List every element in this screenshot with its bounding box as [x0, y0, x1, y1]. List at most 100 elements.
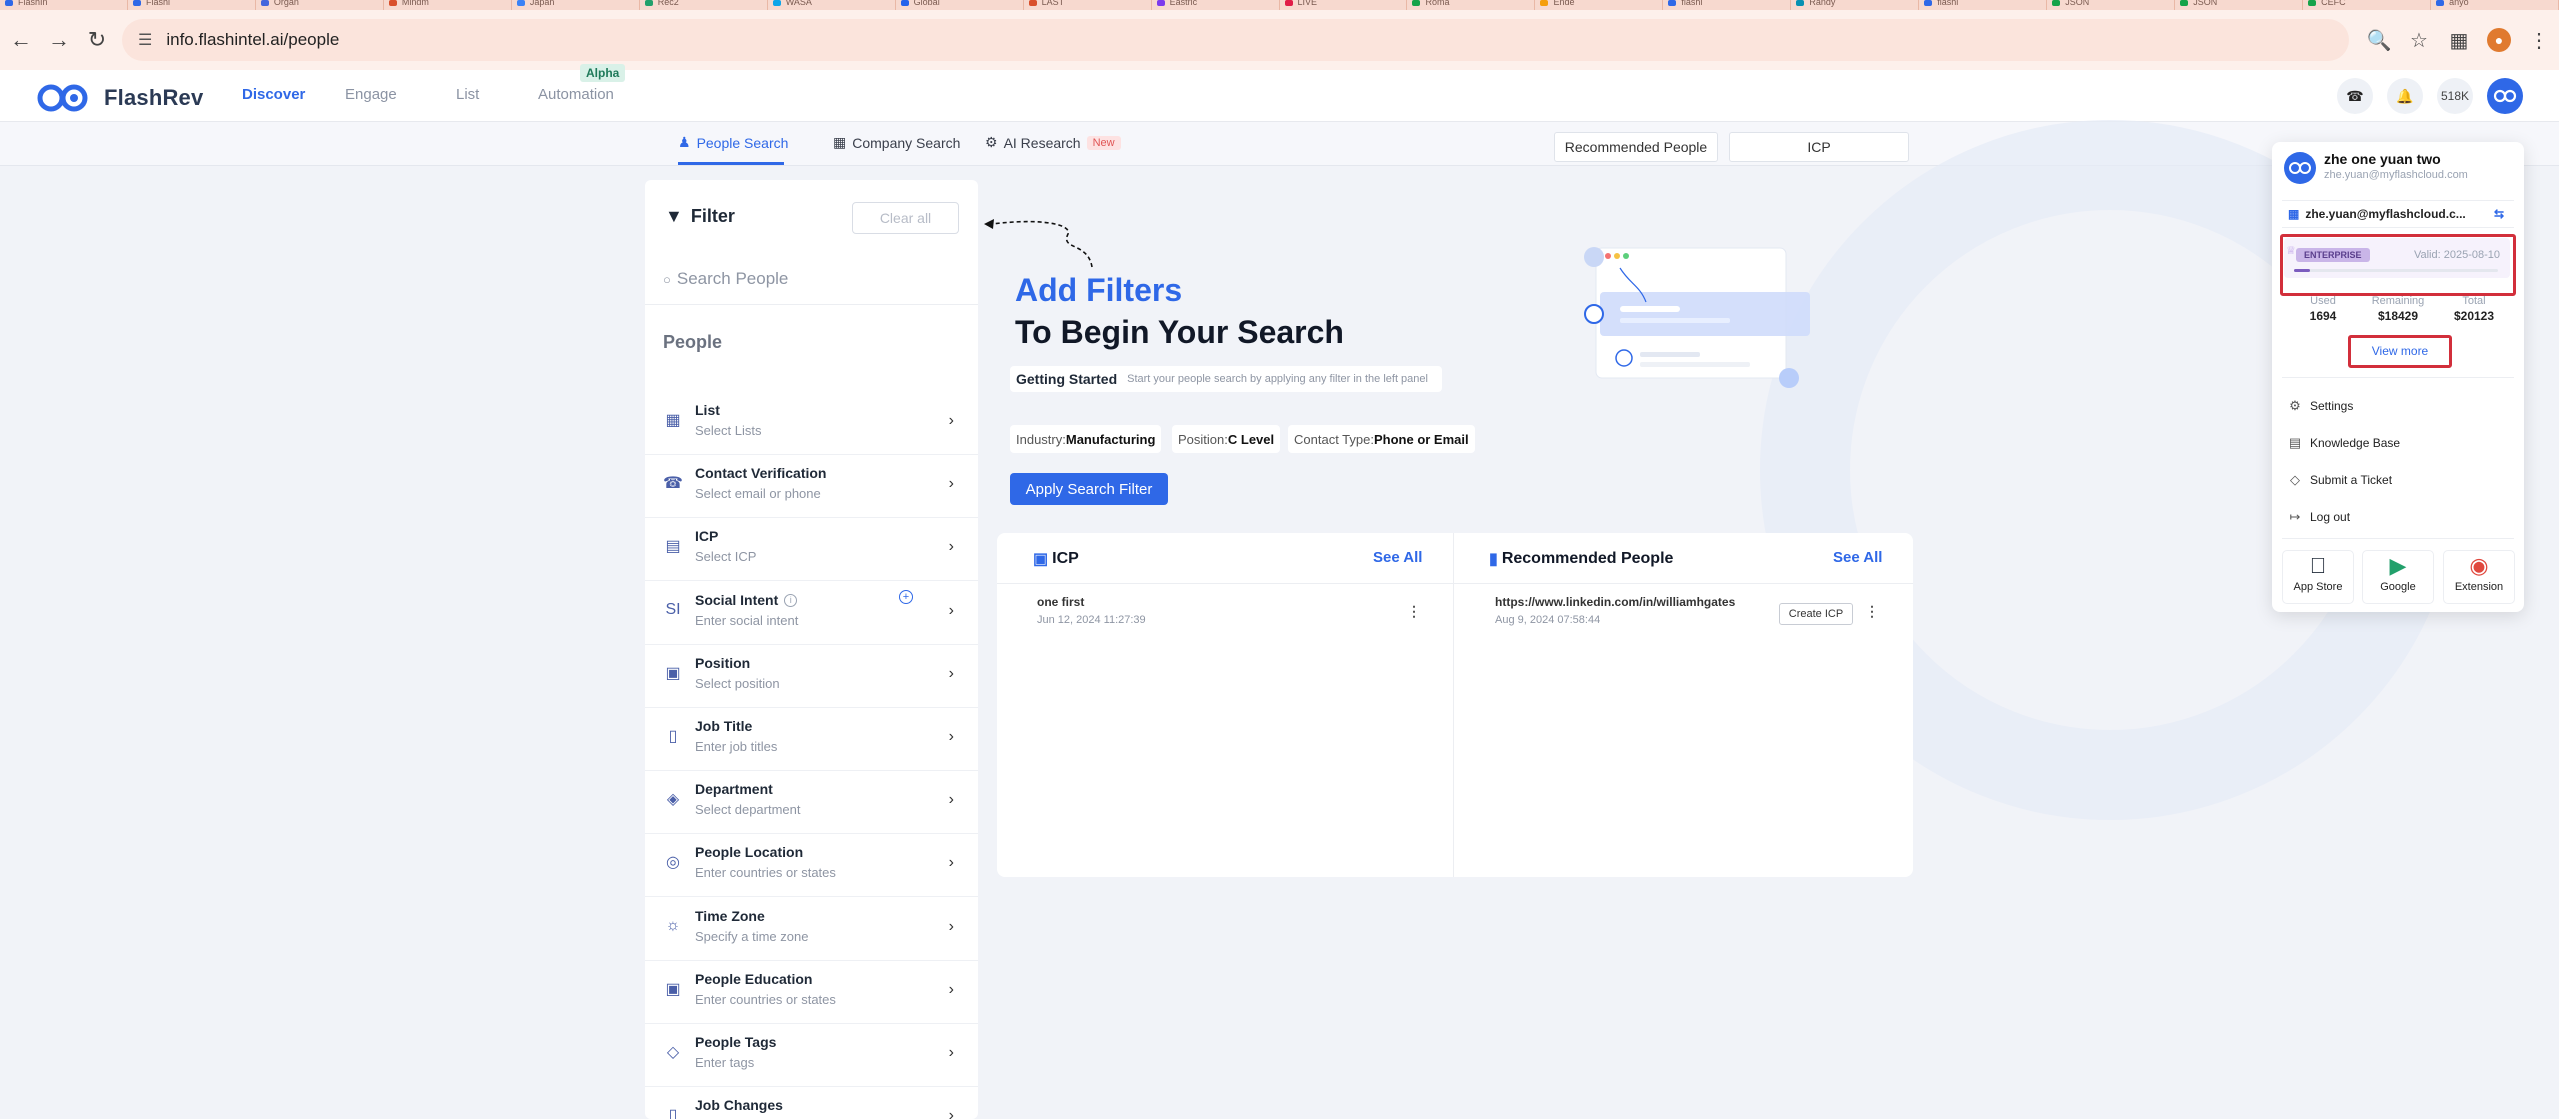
- browser-tab[interactable]: Global: [896, 0, 1024, 10]
- browser-tab[interactable]: Organ: [256, 0, 384, 10]
- recommended-people-button[interactable]: Recommended People: [1554, 132, 1718, 162]
- begin-search-heading: To Begin Your Search: [1015, 314, 1344, 350]
- browser-tab-label: Global: [913, 0, 940, 7]
- chip-contact-type[interactable]: Contact Type: Phone or Email: [1288, 425, 1475, 453]
- menu-settings[interactable]: ⚙ Settings: [2288, 398, 2353, 414]
- browser-tab[interactable]: LAST: [1024, 0, 1152, 10]
- browser-tab-label: flashi: [1681, 0, 1703, 7]
- filter-row-hint: Enter tags: [695, 1055, 755, 1070]
- browser-tab[interactable]: CEFC: [2303, 0, 2432, 10]
- tab-people-search[interactable]: ♟ People Search: [678, 134, 788, 151]
- filter-row-time-zone[interactable]: ☼ Time Zone Specify a time zone ›: [645, 898, 978, 961]
- nav-engage[interactable]: Engage: [345, 86, 397, 103]
- browser-tab[interactable]: Flashi: [128, 0, 256, 10]
- browser-tab[interactable]: flashi: [1663, 0, 1792, 10]
- recommended-see-all-link[interactable]: See All: [1833, 549, 1882, 566]
- filter-row-icp[interactable]: ▤ ICP Select ICP ›: [645, 518, 978, 582]
- logout-icon: ↦: [2289, 509, 2301, 524]
- browser-tab[interactable]: LIVE: [1280, 0, 1408, 10]
- filter-row-label-text: Contact Verification: [695, 465, 827, 482]
- menu-submit-ticket[interactable]: ◇ Submit a Ticket: [2288, 472, 2392, 488]
- badge-icon: ◈: [666, 791, 680, 809]
- forward-icon[interactable]: →: [42, 23, 76, 57]
- zoom-icon[interactable]: 🔍: [2359, 20, 2399, 60]
- filter-row-people-education[interactable]: ▣ People Education Enter countries or stat…: [645, 961, 978, 1024]
- account-switcher[interactable]: ▦ zhe.yuan@myflashcloud.c... ⇆: [2282, 200, 2514, 228]
- site-settings-icon[interactable]: ☰: [138, 30, 152, 50]
- info-icon[interactable]: i: [784, 594, 798, 608]
- notification-bell-icon[interactable]: 🔔: [2387, 78, 2423, 114]
- brand-logo[interactable]: FlashRev: [34, 80, 203, 116]
- google-play-button[interactable]: ▶ Google: [2362, 550, 2434, 604]
- tab-ai-research[interactable]: ⚙ AI Research New: [985, 134, 1121, 151]
- filter-row-position[interactable]: ▣ Position Select position ›: [645, 645, 978, 708]
- extension-button[interactable]: ◉ Extension: [2443, 550, 2515, 604]
- add-intent-icon[interactable]: +: [899, 589, 913, 604]
- nav-automation[interactable]: Automation: [538, 86, 614, 103]
- browser-tab[interactable]: flashi: [1919, 0, 2048, 10]
- browser-tab[interactable]: Ende: [1535, 0, 1664, 10]
- browser-tab[interactable]: JSON: [2047, 0, 2176, 10]
- browser-tab[interactable]: Rec2: [640, 0, 768, 10]
- icp-row-menu-icon[interactable]: ⋮: [1407, 603, 1421, 620]
- icp-see-all-link[interactable]: See All: [1373, 549, 1422, 566]
- browser-tab[interactable]: Mindm: [384, 0, 512, 10]
- filter-row-list[interactable]: ▦ List Select Lists ›: [645, 392, 978, 455]
- app-header: FlashRev Discover Engage List Automation…: [0, 70, 2559, 122]
- browser-tab[interactable]: JSON: [2175, 0, 2304, 10]
- profile-icon[interactable]: ●: [2479, 20, 2519, 60]
- icp-row-name[interactable]: one first: [1037, 595, 1084, 609]
- browser-tab[interactable]: WASA: [768, 0, 896, 10]
- browser-tab[interactable]: Roma: [1407, 0, 1536, 10]
- extensions-icon[interactable]: ▦: [2439, 20, 2479, 60]
- people-icon: ♟: [678, 134, 691, 150]
- recommended-row-name[interactable]: https://www.linkedin.com/in/williamhgate…: [1495, 595, 1735, 609]
- stat-total-value: $20123: [2453, 309, 2495, 323]
- filter-row-department[interactable]: ◈ Department Select department ›: [645, 771, 978, 835]
- browser-tab[interactable]: Eastric: [1152, 0, 1280, 10]
- reload-icon[interactable]: ↻: [80, 23, 114, 57]
- menu-log-out[interactable]: ↦ Log out: [2288, 509, 2351, 525]
- chevron-right-icon: ›: [948, 664, 954, 682]
- tab-favicon-icon: [1028, 0, 1037, 6]
- browser-tab[interactable]: Japan: [512, 0, 640, 10]
- nav-discover[interactable]: Discover: [242, 86, 305, 103]
- browser-tab-label: flashi: [1937, 0, 1959, 7]
- browser-tab[interactable]: anyo: [2431, 0, 2559, 10]
- user-avatar[interactable]: [2487, 78, 2523, 114]
- switch-account-icon[interactable]: ⇆: [2494, 207, 2504, 221]
- browser-tab[interactable]: Randy: [1791, 0, 1920, 10]
- tab-company-search[interactable]: ▦ Company Search: [833, 134, 960, 151]
- search-people-input[interactable]: ○ Search People: [663, 266, 963, 292]
- app-store-button[interactable]: App Store: [2282, 550, 2354, 604]
- url-text: info.flashintel.ai/people: [166, 30, 340, 49]
- create-icp-button[interactable]: Create ICP: [1779, 603, 1853, 625]
- chip-industry[interactable]: Industry: Manufacturing: [1010, 425, 1162, 453]
- filter-row-people-tags[interactable]: ◇ People Tags Enter tags ›: [645, 1024, 978, 1087]
- url-field[interactable]: ☰ info.flashintel.ai/people: [122, 19, 2349, 61]
- divider: [2282, 377, 2514, 378]
- browser-menu-icon[interactable]: ⋮: [2519, 20, 2559, 60]
- back-icon[interactable]: ←: [4, 23, 38, 57]
- chip-position[interactable]: Position: C Level: [1172, 425, 1281, 453]
- filter-row-hint: Select email or phone: [695, 486, 821, 502]
- filter-row-people-location[interactable]: ◎ People Location Enter countries or state…: [645, 834, 978, 898]
- filter-row-job-title[interactable]: ▯ Job Title Enter job titles ›: [645, 708, 978, 771]
- recommended-row-menu-icon[interactable]: ⋮: [1865, 603, 1879, 620]
- tab-favicon-icon: [132, 0, 141, 6]
- nav-list[interactable]: List: [456, 86, 479, 103]
- filter-title: ▼ Filter: [665, 206, 735, 227]
- phone-icon[interactable]: ☎: [2337, 78, 2373, 114]
- menu-knowledge-base[interactable]: ▤ Knowledge Base: [2288, 435, 2400, 451]
- icp-button[interactable]: ICP: [1729, 132, 1909, 162]
- filter-row-social-intent[interactable]: SI Social Intent i Enter social intent › +: [645, 582, 978, 645]
- bookmark-star-icon[interactable]: ☆: [2399, 20, 2439, 60]
- browser-tab[interactable]: FlashIn: [0, 0, 128, 10]
- filter-row-job-changes[interactable]: ▯Job ChangesSelect date range›: [645, 1087, 978, 1119]
- filter-row-label: Department: [695, 781, 773, 797]
- filter-row-contact-verification[interactable]: ☎ Contact Verification Select email or pho…: [645, 455, 978, 519]
- clear-all-button[interactable]: Clear all: [852, 202, 959, 234]
- account-dropdown: zhe one yuan two zhe.yuan@myflashcloud.c…: [2272, 142, 2524, 612]
- credits-button[interactable]: 518K: [2437, 78, 2473, 114]
- apply-search-filter-button[interactable]: Apply Search Filter: [1010, 473, 1168, 505]
